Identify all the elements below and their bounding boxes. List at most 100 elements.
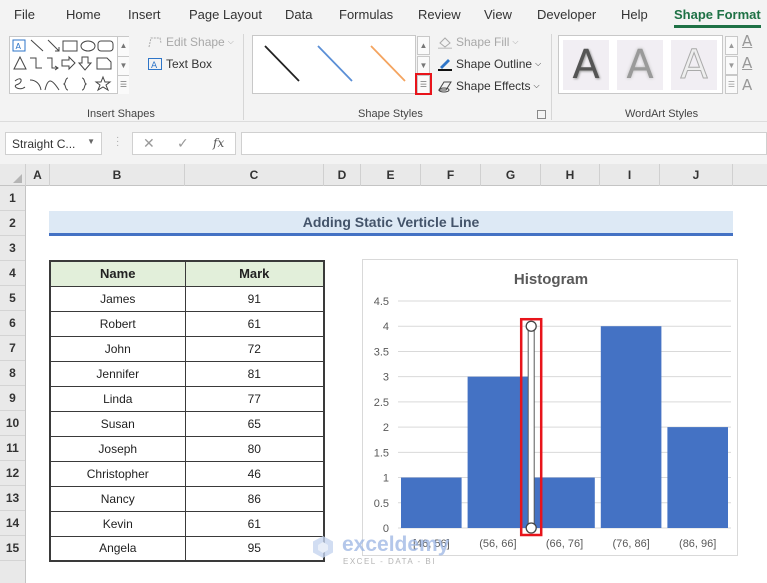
shapes-gallery[interactable]: A ▲ ▼ ☰ [9, 36, 129, 94]
cell-mark[interactable]: 77 [184, 385, 325, 412]
shape-effects-button[interactable]: Shape Effects ⌵ [437, 79, 540, 93]
cell-name[interactable]: Nancy [49, 485, 186, 512]
text-effects-icon[interactable]: A [742, 76, 752, 94]
row-header-11[interactable]: 11 [0, 436, 25, 461]
line-endpoint-handle-bottom[interactable] [525, 522, 537, 534]
cell-mark[interactable]: 46 [184, 460, 325, 487]
gallery-scroll-down[interactable]: ▼ [117, 56, 129, 75]
histogram-bar[interactable] [667, 427, 728, 528]
header-mark[interactable]: Mark [184, 260, 325, 287]
shape-styles-dialog-launcher[interactable] [537, 110, 546, 119]
text-outline-icon[interactable]: A [742, 54, 752, 72]
histogram-bar[interactable] [534, 477, 595, 528]
text-box-button[interactable]: A Text Box [147, 57, 212, 71]
name-box-dropdown-icon[interactable]: ▼ [87, 137, 95, 146]
column-header-b[interactable]: B [50, 164, 185, 186]
cell-name[interactable]: Susan [49, 410, 186, 437]
shape-outline-button[interactable]: Shape Outline ⌵ [437, 57, 541, 71]
tab-file[interactable]: File [14, 7, 35, 22]
row-header-2[interactable]: 2 [0, 211, 25, 236]
row-header-1[interactable]: 1 [0, 186, 25, 211]
wordart-scroll-up[interactable]: ▲ [725, 36, 738, 55]
cell-mark[interactable]: 80 [184, 435, 325, 462]
edit-shape-label: Edit Shape [166, 35, 225, 49]
row-header-4[interactable]: 4 [0, 261, 25, 286]
histogram-bar[interactable] [467, 376, 529, 528]
column-header-j[interactable]: J [660, 164, 733, 186]
cell-name[interactable]: Robert [49, 310, 186, 337]
histogram-bar[interactable] [600, 326, 662, 528]
cell-mark[interactable]: 72 [184, 335, 325, 362]
column-header-i[interactable]: I [600, 164, 660, 186]
formula-input[interactable] [241, 132, 767, 155]
insert-function-icon[interactable]: fx [213, 136, 224, 150]
column-header-f[interactable]: F [421, 164, 481, 186]
row-header-6[interactable]: 6 [0, 311, 25, 336]
select-all-button[interactable] [0, 164, 26, 186]
row-header-9[interactable]: 9 [0, 386, 25, 411]
cell-name[interactable]: Joseph [49, 435, 186, 462]
histogram-chart[interactable]: Histogram 0 0.5 1 1.5 2 2.5 3 3.5 4 4.5 [46, 56](… [362, 259, 738, 556]
tab-review[interactable]: Review [418, 7, 461, 22]
tab-developer[interactable]: Developer [537, 7, 596, 22]
row-header-5[interactable]: 5 [0, 286, 25, 311]
row-header-7[interactable]: 7 [0, 336, 25, 361]
column-header-d[interactable]: D [324, 164, 361, 186]
wordart-styles-gallery[interactable]: A A A [558, 35, 723, 94]
cell-name[interactable]: Kevin [49, 510, 186, 537]
gallery-scroll-up[interactable]: ▲ [117, 37, 129, 56]
column-header-g[interactable]: G [481, 164, 541, 186]
line-endpoint-handle-top[interactable] [525, 320, 537, 332]
wordart-style-2[interactable]: A [617, 40, 663, 90]
row-header-13[interactable]: 13 [0, 486, 25, 511]
column-header-a[interactable]: A [26, 164, 50, 186]
cell-mark[interactable]: 65 [184, 410, 325, 437]
cell-name[interactable]: Christopher [49, 460, 186, 487]
cell-mark[interactable]: 91 [184, 285, 325, 312]
formula-bar-grip[interactable]: · · · [116, 133, 119, 151]
enter-icon[interactable]: ✓ [177, 135, 189, 152]
wordart-style-3[interactable]: A [671, 40, 717, 90]
header-name[interactable]: Name [49, 260, 186, 287]
cell-mark[interactable]: 61 [184, 510, 325, 537]
styles-scroll-up[interactable]: ▲ [417, 36, 430, 55]
row-header-8[interactable]: 8 [0, 361, 25, 386]
gallery-more[interactable]: ☰ [117, 75, 129, 94]
tab-data[interactable]: Data [285, 7, 312, 22]
cell-name[interactable]: Linda [49, 385, 186, 412]
cancel-icon[interactable]: ✕ [143, 135, 155, 152]
wordart-more-button[interactable]: ☰ [725, 75, 738, 94]
tab-help[interactable]: Help [621, 7, 648, 22]
tab-insert[interactable]: Insert [128, 7, 161, 22]
cell-name[interactable]: John [49, 335, 186, 362]
cell-mark[interactable]: 95 [184, 535, 325, 562]
row-header-10[interactable]: 10 [0, 411, 25, 436]
row-header-15[interactable]: 15 [0, 536, 25, 561]
cell-mark[interactable]: 61 [184, 310, 325, 337]
cell-mark[interactable]: 86 [184, 485, 325, 512]
cell-name[interactable]: James [49, 285, 186, 312]
histogram-bar[interactable] [401, 477, 462, 528]
row-header-12[interactable]: 12 [0, 461, 25, 486]
text-fill-icon[interactable]: A [742, 32, 752, 50]
sheet-title-cell[interactable]: Adding Static Verticle Line [49, 211, 733, 234]
wordart-scroll-down[interactable]: ▼ [725, 56, 738, 75]
shape-styles-gallery[interactable] [252, 35, 416, 94]
tab-page-layout[interactable]: Page Layout [189, 7, 262, 22]
column-header-h[interactable]: H [541, 164, 600, 186]
tab-shape-format[interactable]: Shape Format [674, 7, 761, 28]
row-header-3[interactable]: 3 [0, 236, 25, 261]
column-header-c[interactable]: C [185, 164, 324, 186]
tab-formulas[interactable]: Formulas [339, 7, 393, 22]
name-box[interactable]: Straight C... ▼ [5, 132, 102, 155]
cell-name[interactable]: Angela [49, 535, 186, 562]
tab-view[interactable]: View [484, 7, 512, 22]
cell-name[interactable]: Jennifer [49, 360, 186, 387]
column-header-e[interactable]: E [361, 164, 421, 186]
tab-home[interactable]: Home [66, 7, 101, 22]
row-header-14[interactable]: 14 [0, 511, 25, 536]
edit-shape-button[interactable]: Edit Shape ⌵ [147, 35, 234, 49]
wordart-style-1[interactable]: A [563, 40, 609, 90]
cell-mark[interactable]: 81 [184, 360, 325, 387]
shape-fill-button[interactable]: Shape Fill ⌵ [437, 35, 518, 50]
